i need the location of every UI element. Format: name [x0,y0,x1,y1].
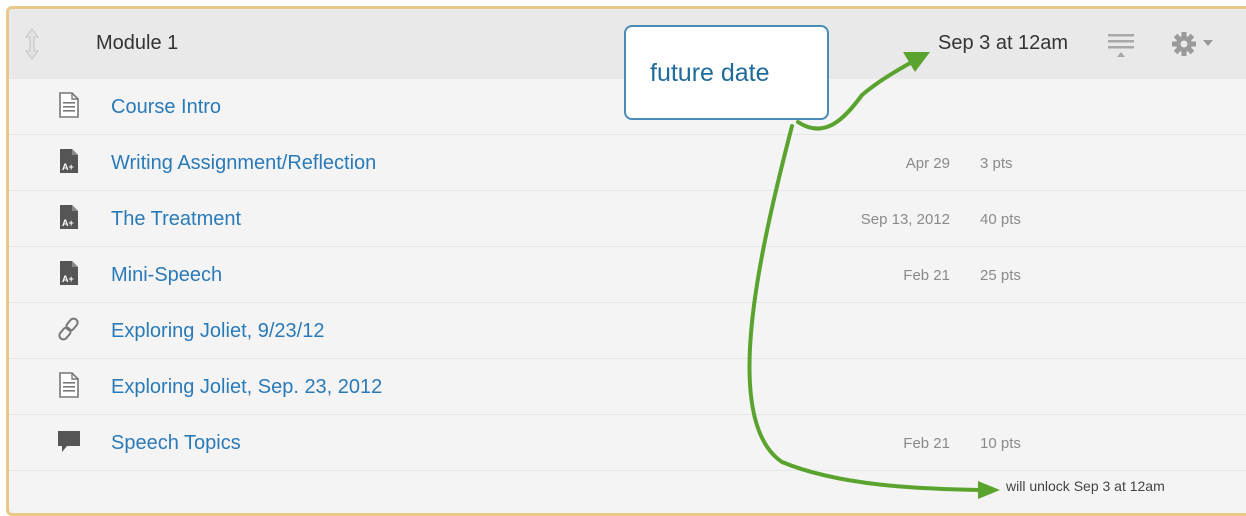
arrowhead-lock-date [903,52,930,72]
annotation-arrows [747,52,1000,499]
arrow-to-lock-date [796,60,914,131]
arrowhead-unlock-note [978,481,1000,499]
arrow-to-unlock-note [747,124,984,492]
